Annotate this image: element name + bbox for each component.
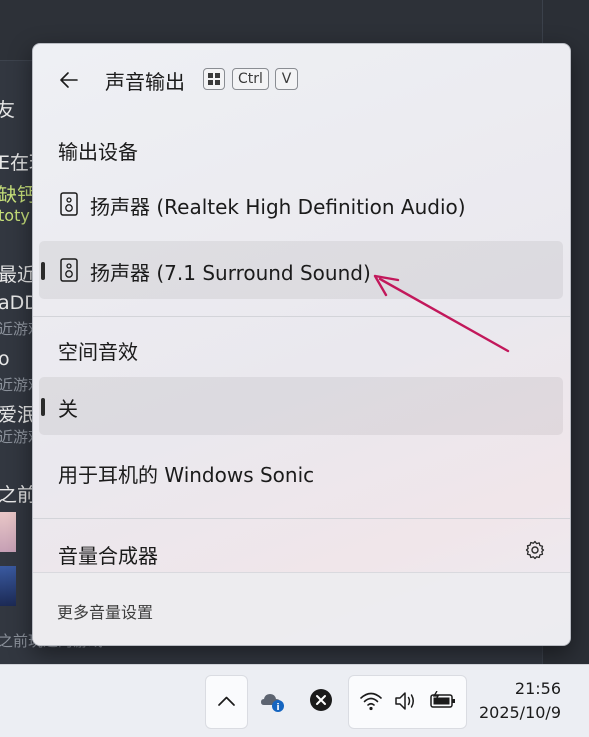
bg-text-game: 缺钙 [0,184,37,206]
spatial-option-label: 关 [58,397,78,421]
sound-output-flyout: 声音输出 Ctrl V 输出设备 扬声器 (Realtek High Defin… [32,43,571,646]
selection-indicator [41,262,45,280]
speaker-icon [60,258,78,282]
device-item-realtek[interactable]: 扬声器 (Realtek High Definition Audio) [39,175,563,233]
spatial-option-off[interactable]: 关 [39,377,563,435]
ctrl-key: Ctrl [232,68,269,90]
gear-icon[interactable] [523,538,547,562]
bg-game-thumbnail [0,512,16,552]
chevron-up-icon [218,696,235,706]
spatial-option-label: 用于耳机的 Windows Sonic [58,463,315,487]
divider [33,518,570,519]
clock-time[interactable]: 21:56 [515,679,561,698]
bg-text-user4: 爱泯 [0,404,37,426]
bg-text-before: 之前 [0,484,37,506]
device-label: 扬声器 (Realtek High Definition Audio) [90,195,466,219]
spatial-sound-heading: 空间音效 [58,340,138,364]
flyout-footer: 更多音量设置 [33,572,570,645]
device-label: 扬声器 (7.1 Surround Sound) [90,261,371,285]
device-item-surround[interactable]: 扬声器 (7.1 Surround Sound) [39,241,563,299]
selection-indicator [41,398,45,416]
taskbar: i 21:56 2025/10/9 [0,664,589,737]
bg-text-friends: 友 [0,99,16,121]
onedrive-icon[interactable]: i [258,687,288,715]
bg-text-user3: o [0,348,10,370]
clock-date[interactable]: 2025/10/9 [479,703,561,722]
svg-text:i: i [276,703,279,713]
bg-game-thumbnail [0,566,16,606]
battery-charging-icon [430,691,455,708]
flyout-title: 声音输出 [105,70,185,94]
volume-icon [395,692,414,710]
divider [33,316,570,317]
bg-text-user: toty [0,206,30,225]
v-key: V [275,68,298,90]
wifi-icon [360,692,382,711]
show-hidden-icons-button[interactable] [205,675,248,729]
spatial-option-windows-sonic[interactable]: 用于耳机的 Windows Sonic [39,443,563,501]
volume-mixer-label[interactable]: 音量合成器 [58,540,158,569]
arrow-left-icon [60,72,78,88]
back-button[interactable] [53,64,85,96]
output-devices-heading: 输出设备 [58,140,138,164]
speaker-icon [60,192,78,216]
quick-settings-button[interactable] [348,675,467,729]
flyout-header: 声音输出 Ctrl V [33,44,570,114]
close-circle-icon[interactable] [308,687,334,713]
windows-key-icon [203,68,225,90]
more-volume-settings-link[interactable]: 更多音量设置 [57,599,153,623]
